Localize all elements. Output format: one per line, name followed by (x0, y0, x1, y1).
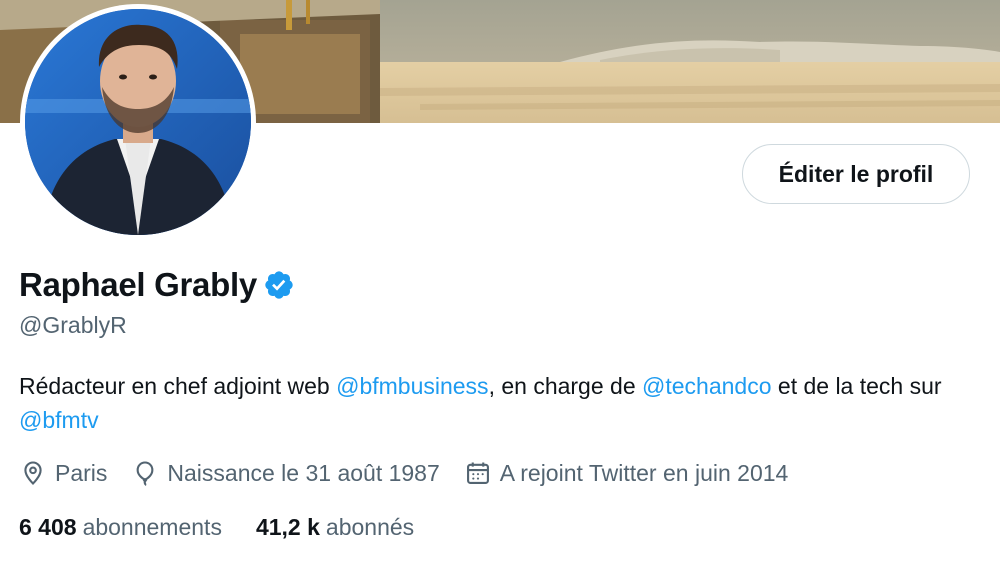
followers-label: abonnés (325, 513, 415, 540)
edit-profile-button[interactable]: Éditer le profil (742, 144, 970, 204)
mention-link-bfmbusiness[interactable]: @bfmbusiness (336, 373, 488, 399)
following-link[interactable]: 6 408 abonnements (19, 514, 222, 541)
follow-stats: 6 408 abonnements 41,2 k abonnés (19, 509, 448, 545)
location-text: Paris (55, 459, 108, 486)
profile-birthday: Naissance le 31 août 1987 (131, 459, 440, 487)
user-handle: @GrablyR (19, 312, 127, 338)
profile-bio: Rédacteur en chef adjoint web @bfmbusine… (19, 369, 979, 437)
display-name: Raphael Grably (19, 266, 257, 303)
following-count: 6 408 (19, 513, 77, 540)
profile-meta: Paris Naissance le 31 août 1987 A rejoin… (19, 455, 812, 491)
profile-avatar[interactable] (20, 4, 256, 240)
following-label: abonnements (82, 513, 222, 540)
followers-link[interactable]: 41,2 k abonnés (256, 514, 414, 541)
profile-joined: A rejoint Twitter en juin 2014 (464, 459, 789, 487)
mention-link-techandco[interactable]: @techandco (642, 373, 772, 399)
calendar-icon (464, 459, 492, 487)
profile-name-row: Raphael Grably (19, 262, 295, 308)
location-pin-icon (19, 459, 47, 487)
profile-location: Paris (19, 459, 107, 487)
profile-page: Éditer le profil Raphael Grably @GrablyR… (0, 0, 1000, 561)
balloon-icon (131, 459, 159, 487)
mention-link-bfmtv[interactable]: @bfmtv (19, 407, 99, 433)
bio-text: , en charge de (488, 373, 643, 399)
avatar-photo (25, 9, 251, 235)
followers-count: 41,2 k (255, 513, 320, 540)
joined-text: A rejoint Twitter en juin 2014 (499, 459, 789, 486)
bio-text: Rédacteur en chef adjoint web (19, 373, 337, 399)
bio-text: et de la tech sur (771, 373, 942, 399)
verified-badge-icon[interactable] (263, 269, 295, 301)
birthday-text: Naissance le 31 août 1987 (167, 459, 440, 486)
